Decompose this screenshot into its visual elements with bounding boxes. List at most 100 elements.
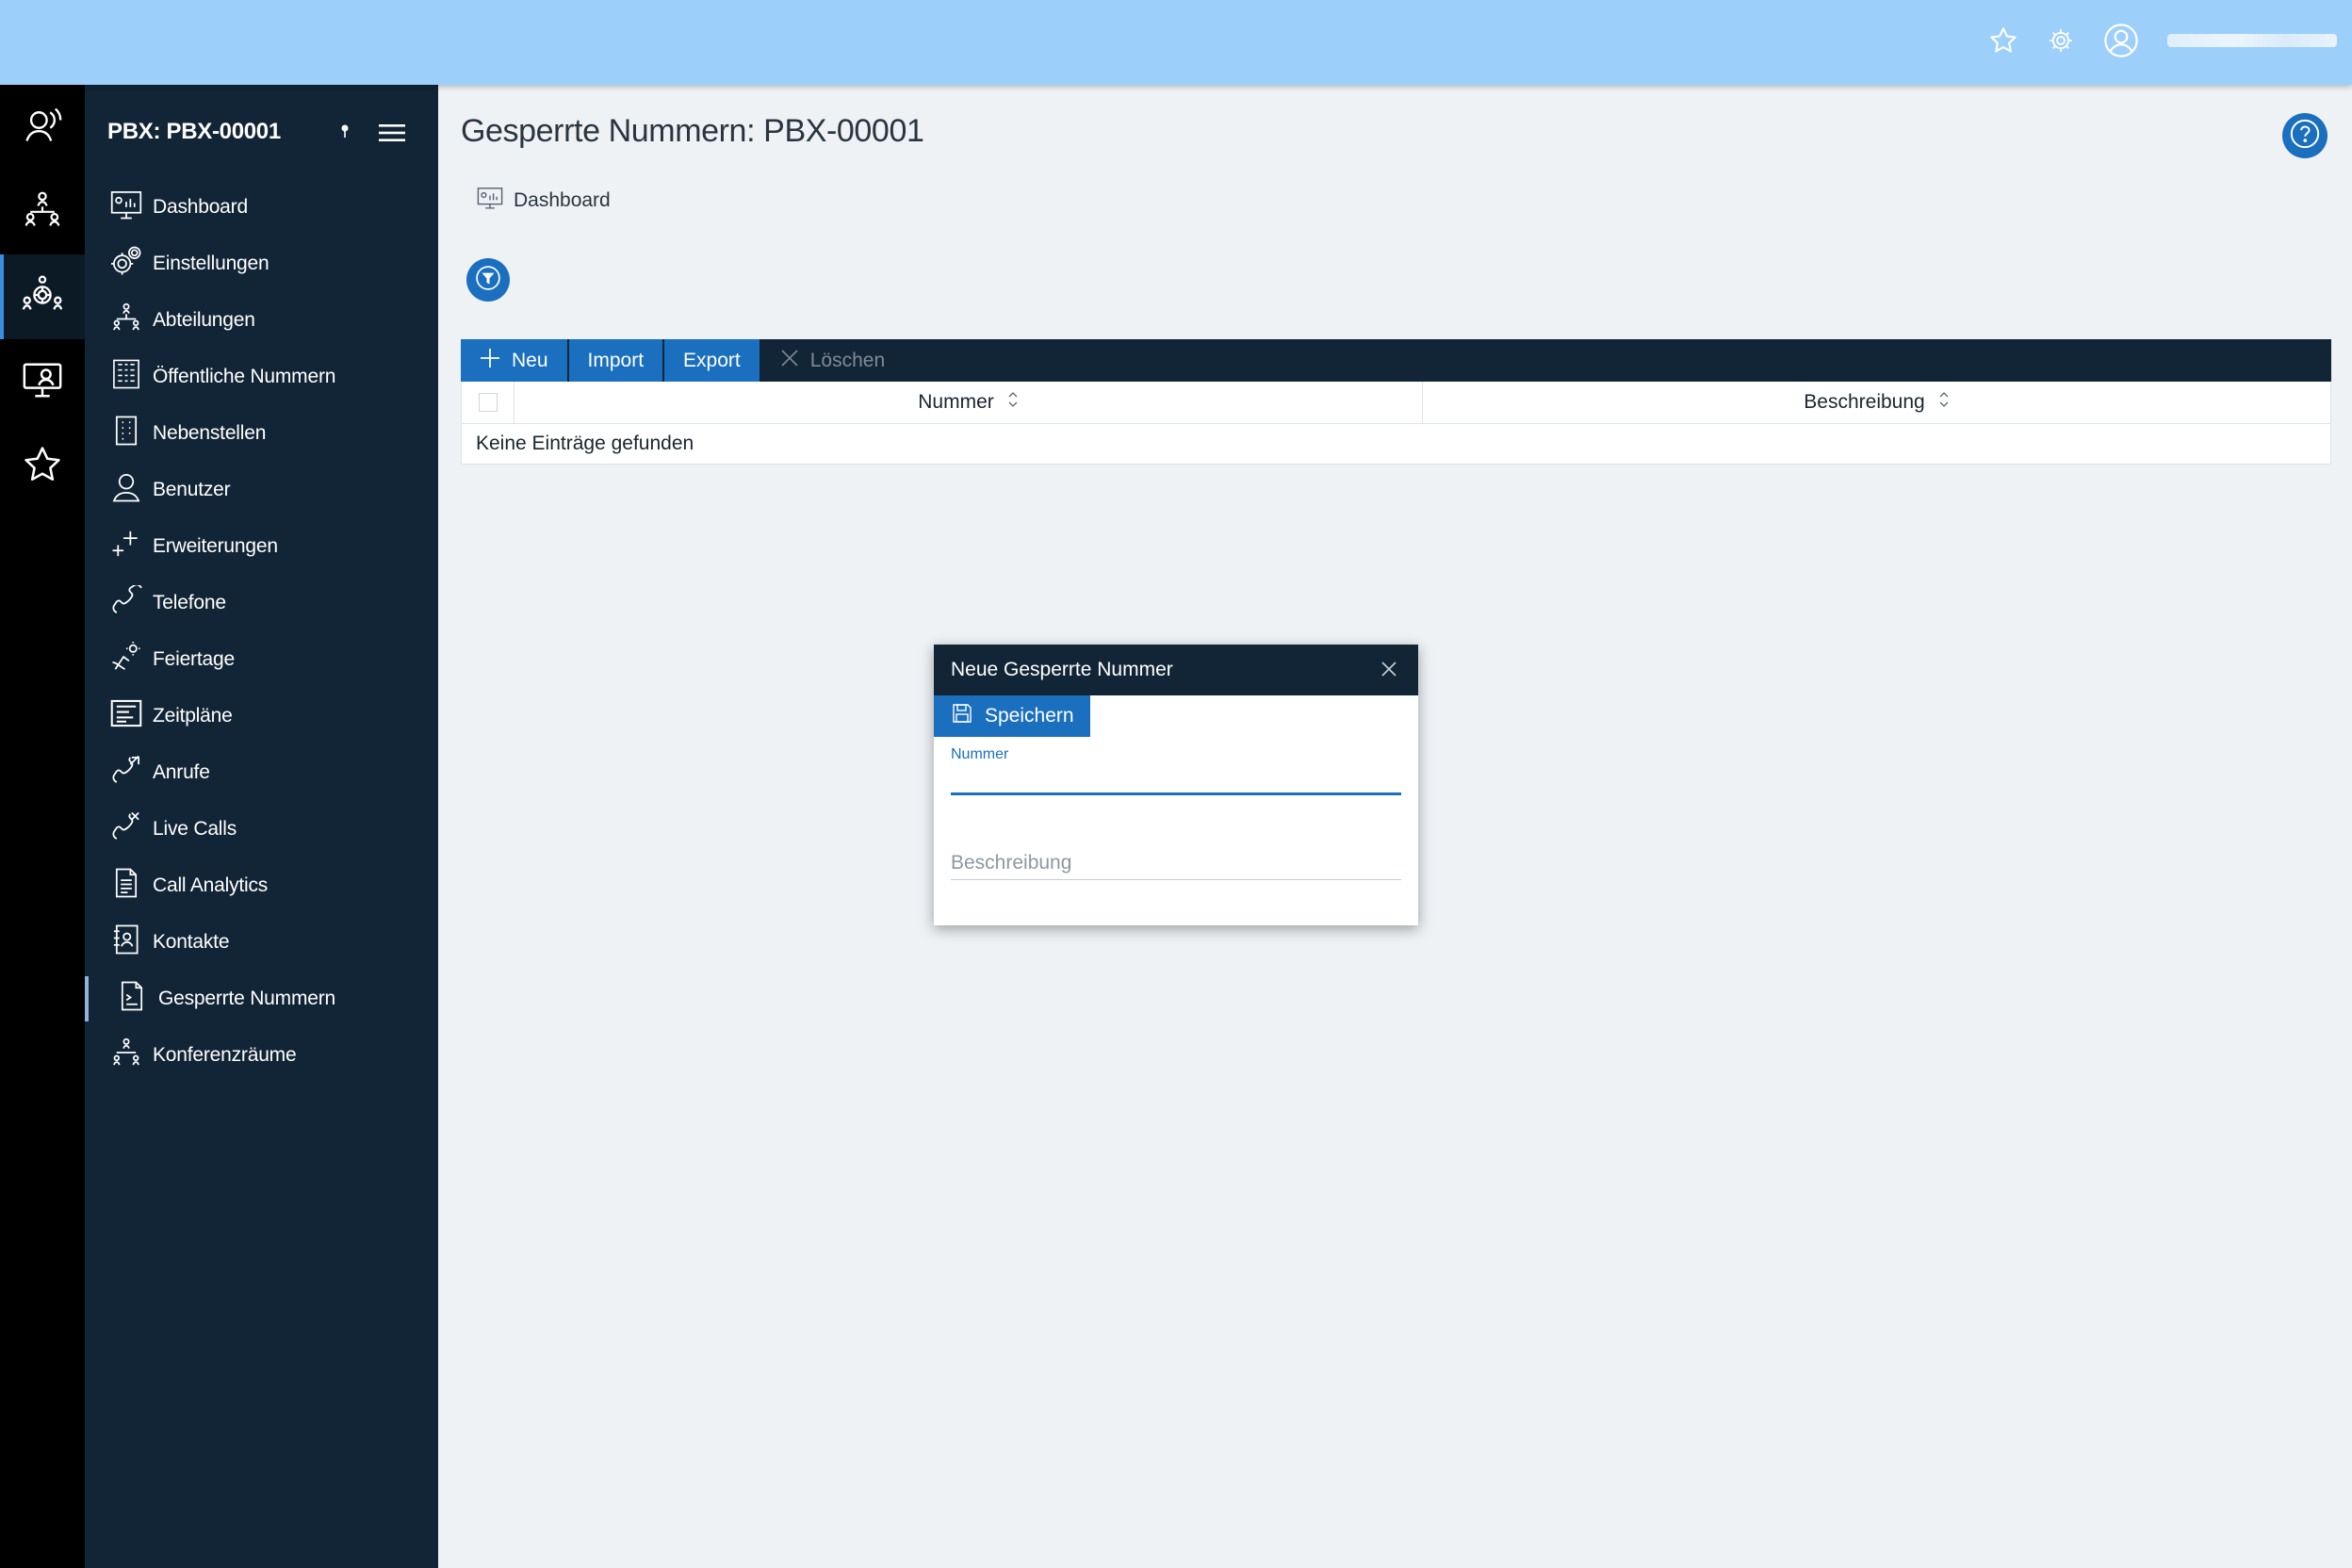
rail-item-favorites[interactable] xyxy=(0,424,85,509)
sidebar-item-label: Feiertage xyxy=(153,648,235,670)
sidebar-item-label: Abteilungen xyxy=(153,309,255,331)
rail-item-monitor[interactable] xyxy=(0,339,85,424)
sidebar-item-label: Einstellungen xyxy=(153,253,270,274)
sidebar-item-dashboard[interactable]: Dashboard xyxy=(85,179,438,236)
extension-icon xyxy=(109,416,153,451)
description-input[interactable] xyxy=(951,846,1401,880)
sidebar-item-kontakte[interactable]: Kontakte xyxy=(85,914,438,971)
user-name-redacted[interactable] xyxy=(2167,34,2337,47)
org-chart-icon xyxy=(109,302,153,338)
funnel-icon xyxy=(476,265,500,295)
headset-user-icon xyxy=(22,105,63,151)
dialog-title: Neue Gesperrte Nummer xyxy=(951,659,1173,680)
delete-button-label: Löschen xyxy=(809,349,886,371)
monitor-user-icon xyxy=(21,358,64,406)
rail-item-org[interactable] xyxy=(0,170,85,254)
rail-item-group-settings[interactable] xyxy=(0,254,85,339)
sidebar-item-call-analytics[interactable]: Call Analytics xyxy=(85,858,438,914)
data-grid: Nummer Beschreibung Keine Einträge gefun… xyxy=(461,382,2331,465)
sidebar-item-label: Dashboard xyxy=(153,196,248,218)
dialog-header: Neue Gesperrte Nummer xyxy=(934,645,1418,695)
breadcrumb-label: Dashboard xyxy=(514,189,611,211)
export-button-label: Export xyxy=(683,349,741,371)
sidebar-item-label: Live Calls xyxy=(153,818,237,840)
sidebar-item-label: Konferenzräume xyxy=(153,1044,297,1066)
hamburger-menu-icon[interactable] xyxy=(379,122,405,148)
sidebar-item-label: Call Analytics xyxy=(153,874,269,896)
sidebar-item-anrufe[interactable]: Anrufe xyxy=(85,744,438,801)
column-header-beschreibung[interactable]: Beschreibung xyxy=(1423,382,2330,423)
import-button[interactable]: Import xyxy=(568,339,665,382)
new-blocked-number-dialog: Neue Gesperrte Nummer Speichern Nummer xyxy=(934,645,1418,925)
sidebar-item-telefone[interactable]: Telefone xyxy=(85,575,438,631)
plus-extensions-icon xyxy=(109,529,153,564)
select-all-checkbox[interactable] xyxy=(478,393,498,412)
sidebar-nav: Dashboard Einstellungen Abteilungen Öffe… xyxy=(85,179,438,1084)
column-header-label: Beschreibung xyxy=(1804,391,1925,413)
filter-button[interactable] xyxy=(466,258,510,302)
keypad-grid-icon xyxy=(109,359,153,395)
org-chart-icon xyxy=(22,189,63,236)
sidebar-item-live-calls[interactable]: Live Calls xyxy=(85,801,438,858)
sidebar-item-zeitplaene[interactable]: Zeitpläne xyxy=(85,688,438,744)
grid-toolbar: Neu Import Export Löschen xyxy=(461,339,2331,382)
icon-rail xyxy=(0,85,85,1568)
top-bar-actions xyxy=(1988,23,2337,58)
import-button-label: Import xyxy=(587,349,645,371)
plus-icon xyxy=(480,348,512,374)
sidebar-item-erweiterungen[interactable]: Erweiterungen xyxy=(85,518,438,575)
save-button[interactable]: Speichern xyxy=(934,695,1090,737)
sidebar-item-einstellungen[interactable]: Einstellungen xyxy=(85,236,438,292)
sort-icon xyxy=(1938,391,1950,414)
holiday-icon xyxy=(109,642,153,678)
sidebar-item-feiertage[interactable]: Feiertage xyxy=(85,631,438,688)
number-input[interactable] xyxy=(951,763,1401,795)
sort-icon xyxy=(1007,391,1019,414)
sidebar-item-benutzer[interactable]: Benutzer xyxy=(85,462,438,518)
user-icon[interactable] xyxy=(2103,23,2139,58)
column-header-nummer[interactable]: Nummer xyxy=(514,382,1423,423)
grid-header: Nummer Beschreibung xyxy=(462,382,2330,424)
sidebar-item-label: Erweiterungen xyxy=(153,535,278,557)
star-icon xyxy=(22,444,63,490)
export-button[interactable]: Export xyxy=(664,339,761,382)
floppy-disk-icon xyxy=(951,702,985,730)
sidebar-item-gesperrte-nummern[interactable]: Gesperrte Nummern xyxy=(85,971,438,1027)
new-button[interactable]: Neu xyxy=(461,339,569,382)
sidebar-item-label: Benutzer xyxy=(153,479,231,500)
sidebar-item-label: Kontakte xyxy=(153,931,230,953)
contacts-book-icon xyxy=(109,924,153,960)
close-icon[interactable] xyxy=(1380,661,1397,683)
conference-icon xyxy=(109,1037,153,1073)
live-calls-icon xyxy=(109,811,153,847)
rail-item-headset[interactable] xyxy=(0,85,85,170)
description-field xyxy=(951,846,1401,880)
sidebar-item-nebenstellen[interactable]: Nebenstellen xyxy=(85,405,438,462)
breadcrumb[interactable]: Dashboard xyxy=(476,187,611,215)
sidebar-item-abteilungen[interactable]: Abteilungen xyxy=(85,292,438,349)
grid-empty-message: Keine Einträge gefunden xyxy=(476,433,694,454)
gear-icon[interactable] xyxy=(2047,26,2075,55)
user-icon xyxy=(109,472,153,508)
schedule-icon xyxy=(109,698,153,734)
dashboard-icon xyxy=(109,189,153,225)
column-header-label: Nummer xyxy=(918,391,994,413)
sidebar-item-label: Gesperrte Nummern xyxy=(158,988,335,1009)
star-icon[interactable] xyxy=(1988,25,2018,56)
calls-icon xyxy=(109,755,153,791)
dashboard-icon xyxy=(476,187,504,215)
sidebar-item-konferenzraeume[interactable]: Konferenzräume xyxy=(85,1027,438,1084)
blocked-document-icon xyxy=(115,981,158,1017)
sidebar-item-label: Zeitpläne xyxy=(153,705,233,727)
save-button-label: Speichern xyxy=(985,705,1074,727)
help-button[interactable] xyxy=(2282,113,2328,158)
sidebar-item-label: Anrufe xyxy=(153,761,210,783)
select-all-cell xyxy=(462,382,514,423)
question-icon xyxy=(2289,118,2321,155)
pin-icon[interactable] xyxy=(339,122,351,146)
sidebar-item-oeffentliche-nummern[interactable]: Öffentliche Nummern xyxy=(85,349,438,405)
sidebar-item-label: Öffentliche Nummern xyxy=(153,366,336,387)
delete-button[interactable]: Löschen xyxy=(761,339,906,382)
page-title: Gesperrte Nummern: PBX-00001 xyxy=(461,113,924,149)
number-field: Nummer xyxy=(951,746,1401,795)
